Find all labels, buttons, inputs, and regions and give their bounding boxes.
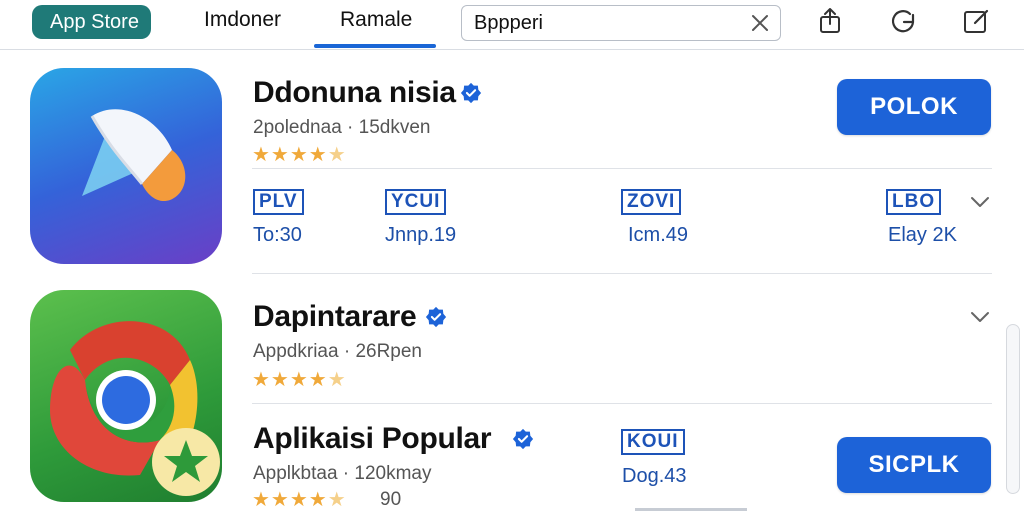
stat-value: Icm.49 bbox=[628, 224, 689, 246]
app-icon-rocket[interactable] bbox=[30, 68, 222, 264]
tab-imdoner[interactable]: Imdoner bbox=[204, 8, 281, 32]
stat-value: Jnnp.19 bbox=[385, 224, 457, 246]
tab-ramale[interactable]: Ramale bbox=[340, 8, 412, 32]
browser-icon bbox=[50, 321, 220, 496]
active-tab-indicator bbox=[314, 44, 436, 48]
scrollbar[interactable] bbox=[1006, 324, 1020, 494]
app-name[interactable]: Aplikaisi Popular bbox=[253, 422, 492, 456]
stat-label: KOUI bbox=[621, 429, 685, 455]
stat-value: To:30 bbox=[253, 224, 302, 246]
app-meta: Applkbtaa · 120kmay bbox=[253, 463, 432, 484]
verified-badge-icon bbox=[512, 428, 534, 450]
rating-stars: ★★★★★ bbox=[252, 489, 347, 511]
verified-badge-icon bbox=[425, 306, 447, 328]
rating-stars: ★★★★★ bbox=[252, 369, 347, 391]
edit-icon[interactable] bbox=[961, 6, 991, 36]
divider bbox=[252, 168, 992, 169]
get-button[interactable]: SICPLK bbox=[837, 437, 991, 493]
refresh-icon[interactable] bbox=[888, 6, 918, 36]
bottom-indicator bbox=[635, 508, 747, 511]
rocket-icon bbox=[82, 109, 186, 202]
divider bbox=[252, 273, 992, 274]
search-input[interactable]: Bppperi bbox=[461, 5, 781, 41]
rating-count: 90 bbox=[380, 489, 402, 510]
brand-label: App Store bbox=[50, 10, 139, 33]
app-meta: 2polednaa · 15dkven bbox=[253, 117, 431, 138]
stat-label: YCUI bbox=[385, 189, 447, 215]
chevron-down-icon[interactable] bbox=[969, 310, 991, 324]
app-name[interactable]: Dapintarare bbox=[253, 300, 417, 334]
top-bar: App Store Imdoner Ramale Bppperi bbox=[0, 0, 1024, 50]
stat-label: PLV bbox=[253, 189, 304, 215]
app-store-badge[interactable]: App Store bbox=[32, 5, 151, 39]
clear-search-icon[interactable] bbox=[748, 11, 772, 35]
get-button[interactable]: POLOK bbox=[837, 79, 991, 135]
stat-value: Dog.43 bbox=[622, 465, 687, 487]
app-icon-browser[interactable] bbox=[30, 290, 222, 502]
app-meta: Appdkriaa · 26Rpen bbox=[253, 341, 422, 362]
share-icon[interactable] bbox=[815, 6, 845, 36]
stat-value: Elay 2K bbox=[888, 224, 957, 246]
stat-label: ZOVI bbox=[621, 189, 682, 215]
divider bbox=[252, 403, 992, 404]
stat-label: LBO bbox=[886, 189, 942, 215]
app-name[interactable]: Ddonuna nisia bbox=[253, 76, 456, 110]
chevron-down-icon[interactable] bbox=[969, 195, 991, 209]
verified-badge-icon bbox=[460, 82, 482, 104]
rating-stars: ★★★★★ bbox=[252, 144, 347, 166]
search-value: Bppperi bbox=[474, 11, 543, 34]
